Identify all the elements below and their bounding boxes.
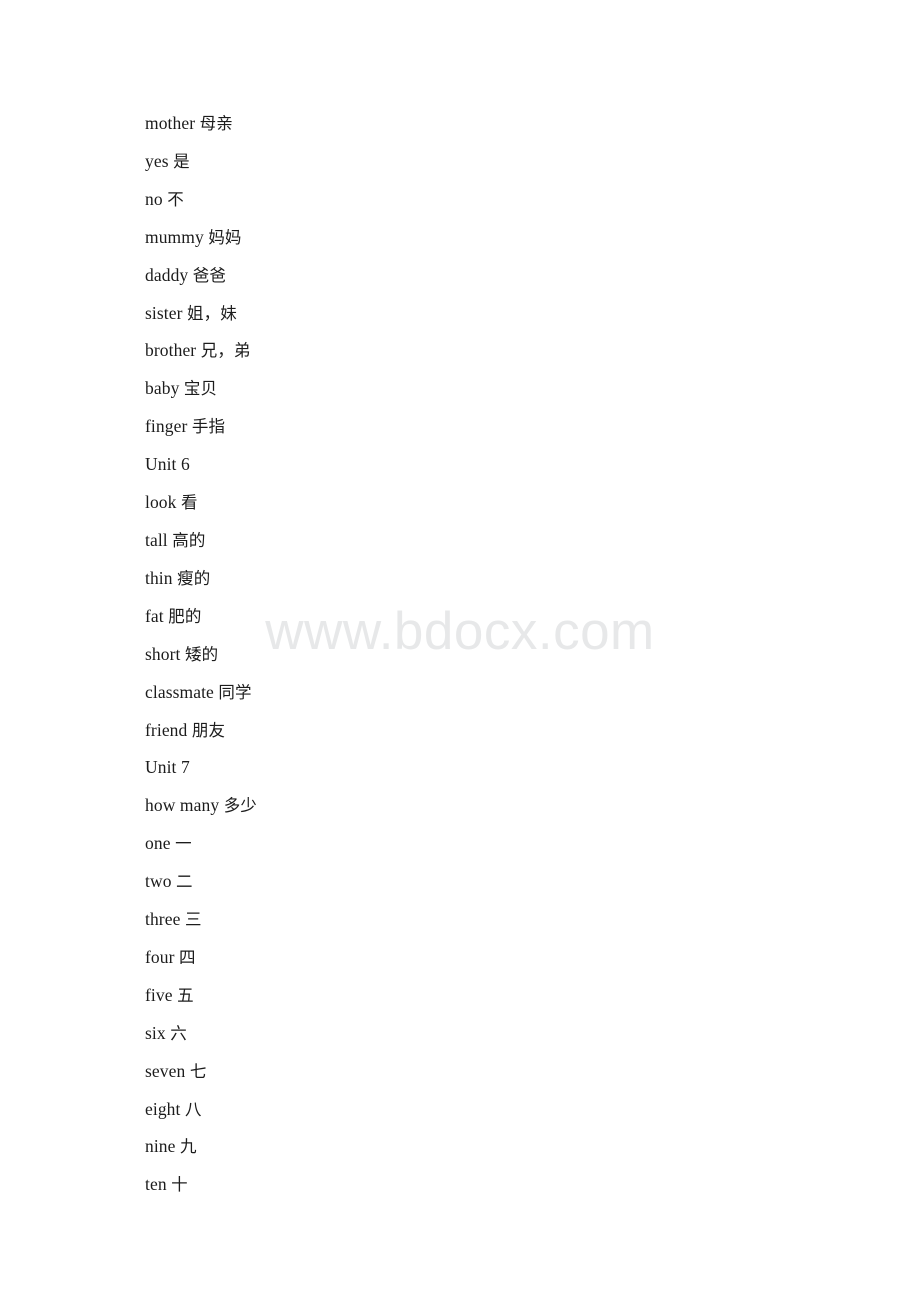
vocab-entry-no: no 不	[145, 181, 920, 219]
vocab-entry-chinese: 五	[177, 985, 194, 1005]
vocab-entry-english: daddy	[145, 264, 189, 285]
vocab-entry-chinese: 宝贝	[183, 379, 218, 399]
vocab-entry-two: two 二	[145, 863, 920, 901]
vocab-entry-yes: yes 是	[145, 143, 920, 181]
vocab-entry-english: fat	[145, 605, 164, 626]
vocab-entry-english: finger	[145, 416, 188, 437]
vocab-entry-chinese: 肥的	[168, 606, 202, 626]
vocab-entry-five: five 五	[145, 977, 920, 1015]
vocab-entry-chinese: 姐，妹	[187, 303, 237, 323]
vocab-entry-chinese: 二	[176, 872, 193, 892]
vocab-entry-seven: seven 七	[145, 1053, 920, 1091]
vocab-entry-chinese: 兄，弟	[200, 341, 251, 361]
vocab-entry-classmate: classmate 同学	[145, 674, 920, 712]
vocab-entry-nine: nine 九	[145, 1128, 920, 1166]
vocab-entry-english: ten	[145, 1174, 167, 1195]
vocab-entry-finger: finger 手指	[145, 408, 920, 446]
vocab-entry-chinese: 手指	[191, 417, 226, 437]
vocab-entry-chinese: 六	[170, 1023, 187, 1043]
vocab-entry-english: thin	[145, 567, 173, 588]
vocab-entry-english: five	[145, 984, 173, 1005]
vocab-entry-four: four 四	[145, 939, 920, 977]
vocab-entry-three: three 三	[145, 901, 920, 939]
vocab-entry-english: short	[145, 643, 181, 664]
vocab-entry-mummy: mummy 妈妈	[145, 219, 920, 257]
vocab-entry-daddy: daddy 爸爸	[145, 257, 920, 295]
vocab-entry-chinese: 七	[189, 1061, 207, 1081]
vocab-entry-english: baby	[145, 378, 180, 399]
vocab-entry-english: yes	[145, 150, 169, 171]
vocab-entry-chinese: 是	[173, 151, 190, 171]
vocab-entry-english: sister	[145, 302, 183, 323]
vocab-entry-english: nine	[145, 1136, 176, 1157]
vocab-entry-english: mother	[145, 113, 196, 133]
vocab-entry-chinese: 十	[171, 1175, 188, 1195]
vocab-entry-english: friend	[145, 719, 188, 740]
vocab-entry-short: short 矮的	[145, 636, 920, 674]
vocab-entry-chinese: 三	[184, 910, 202, 930]
vocab-entry-english: classmate	[145, 681, 214, 702]
vocab-entry-english: seven	[145, 1060, 186, 1081]
vocab-entry-chinese: 瘦的	[177, 568, 211, 588]
vocab-entry-chinese: 四	[179, 947, 196, 967]
vocab-entry-chinese: 妈妈	[208, 227, 242, 247]
vocab-entry-chinese: 高的	[172, 530, 206, 550]
vocab-entry-english: six	[145, 1022, 166, 1043]
vocab-entry-brother: brother 兄，弟	[145, 332, 920, 370]
vocab-entry-look: look 看	[145, 484, 920, 522]
vocab-entry-friend: friend 朋友	[145, 712, 920, 750]
vocab-entry-english: three	[145, 909, 181, 930]
vocab-entry-thin: thin 瘦的	[145, 560, 920, 598]
vocab-entry-english: how many	[145, 795, 220, 816]
vocabulary-list: mother 母亲 yes 是 no 不 mummy 妈妈 daddy 爸爸 sister…	[0, 0, 920, 1204]
vocab-entry-chinese: 一	[175, 834, 192, 854]
vocab-entry-one: one 一	[145, 825, 920, 863]
vocab-entry-chinese: 同学	[218, 682, 252, 702]
vocab-entry-english: two	[145, 871, 172, 892]
vocab-entry-chinese: 朋友	[191, 720, 226, 740]
vocab-entry-baby: baby 宝贝	[145, 370, 920, 408]
vocab-entry-chinese: 九	[180, 1137, 197, 1157]
vocab-entry-english: mummy	[145, 226, 204, 247]
vocab-entry-chinese: 不	[167, 189, 184, 209]
vocab-entry-english: no	[145, 188, 163, 209]
vocab-entry-chinese: 八	[184, 1099, 202, 1119]
vocab-entry-ten: ten 十	[145, 1166, 920, 1204]
vocab-entry-unit-6: Unit 6	[145, 446, 920, 484]
vocab-entry-english: look	[145, 492, 177, 513]
vocab-entry-chinese: 母亲	[199, 114, 233, 133]
vocab-entry-fat: fat 肥的	[145, 598, 920, 636]
vocab-entry-chinese: 矮的	[184, 644, 219, 664]
vocab-entry-chinese: 多少	[223, 796, 257, 816]
vocab-entry-unit-7: Unit 7	[145, 749, 920, 787]
vocab-entry-mother: mother 母亲	[145, 105, 920, 143]
vocab-entry-english: four	[145, 946, 175, 967]
vocab-entry-english: eight	[145, 1098, 181, 1119]
vocab-entry-chinese: 爸爸	[192, 265, 226, 285]
document-page: www.bdocx.com mother 母亲 yes 是 no 不 mummy 妈妈…	[0, 0, 920, 1302]
vocab-entry-english: Unit 7	[145, 757, 190, 778]
vocab-entry-eight: eight 八	[145, 1091, 920, 1129]
vocab-entry-sister: sister 姐，妹	[145, 295, 920, 333]
vocab-entry-tall: tall 高的	[145, 522, 920, 560]
vocab-entry-how-many: how many 多少	[145, 787, 920, 825]
vocab-entry-chinese: 看	[181, 493, 198, 513]
vocab-entry-english: one	[145, 833, 171, 854]
vocab-entry-six: six 六	[145, 1015, 920, 1053]
vocab-entry-english: tall	[145, 529, 168, 550]
vocab-entry-english: Unit 6	[145, 454, 190, 475]
vocab-entry-english: brother	[145, 340, 197, 361]
